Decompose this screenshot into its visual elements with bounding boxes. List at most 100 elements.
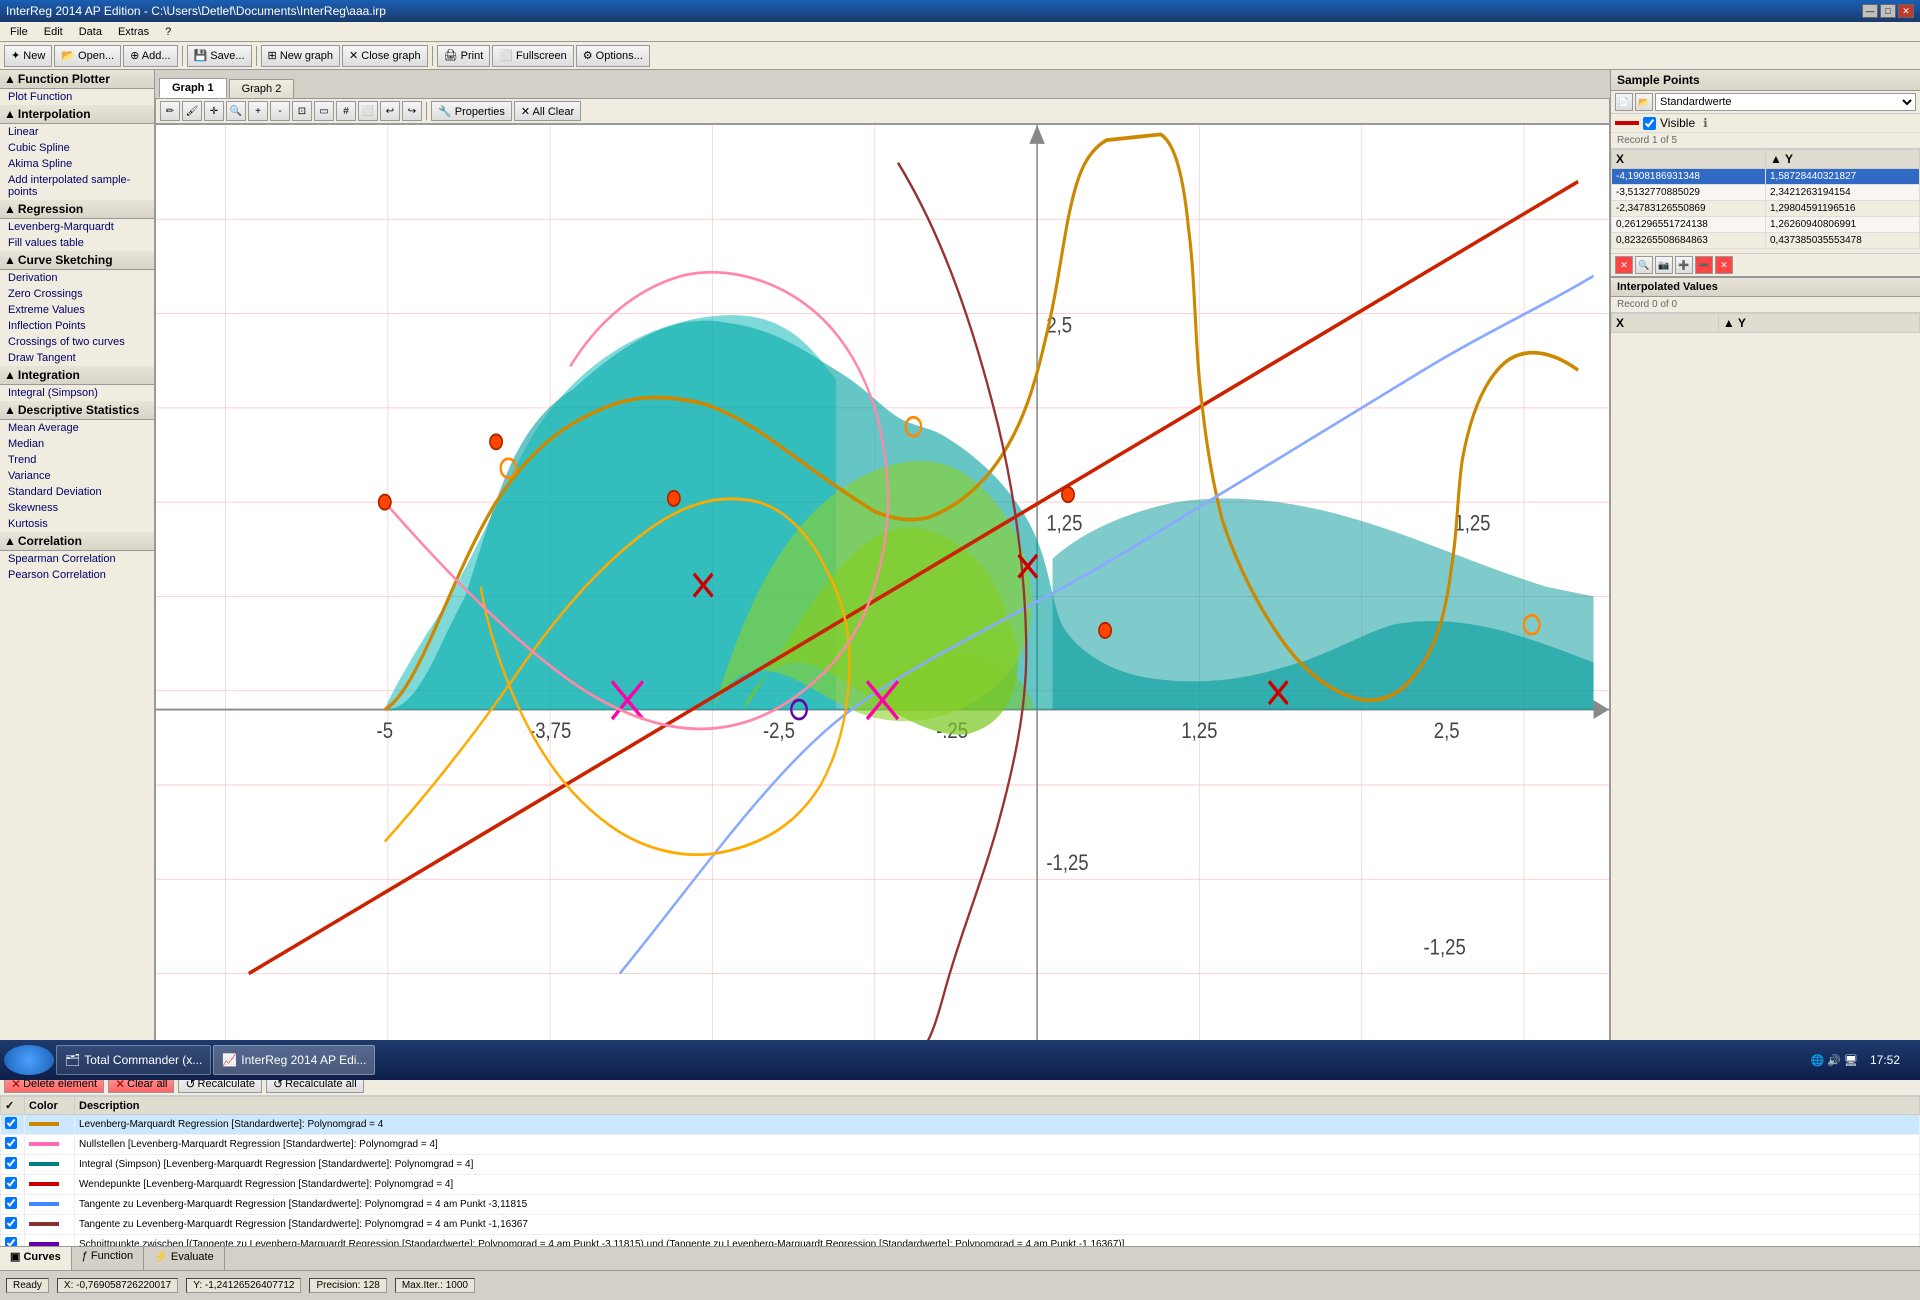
new-graph-button[interactable]: ⊞ New graph xyxy=(261,45,340,67)
bottom-panel: ▣ Curves ✕ Delete element ✕ Clear all ↺ … xyxy=(0,1050,1920,1270)
tab-curves[interactable]: ▣ Curves xyxy=(0,1247,72,1270)
tab-evaluate[interactable]: ⚡ Evaluate xyxy=(144,1247,225,1270)
sp-clear-btn[interactable]: ✕ xyxy=(1715,256,1733,274)
sidebar-item-zero-crossings[interactable]: Zero Crossings xyxy=(0,286,154,302)
allclear-button[interactable]: ✕ All Clear xyxy=(514,101,581,121)
properties-button[interactable]: 🔧 Properties xyxy=(431,101,512,121)
gt-move[interactable]: ✛ xyxy=(204,101,224,121)
sidebar-item-derivation[interactable]: Derivation xyxy=(0,270,154,286)
sp-row[interactable]: 0,2612965517241381,26260940806991 xyxy=(1612,217,1920,233)
save-button[interactable]: 💾 Save... xyxy=(187,45,252,67)
menu-data[interactable]: Data xyxy=(73,25,108,39)
curve-row[interactable]: Integral (Simpson) [Levenberg-Marquardt … xyxy=(1,1155,1920,1175)
gt-box[interactable]: ⬜ xyxy=(358,101,378,121)
sp-new-btn[interactable]: 📄 xyxy=(1615,93,1633,111)
curve-row[interactable]: Wendepunkte [Levenberg-Marquardt Regress… xyxy=(1,1175,1920,1195)
sp-add-btn[interactable]: ➕ xyxy=(1675,256,1693,274)
sidebar-item-mean[interactable]: Mean Average xyxy=(0,420,154,436)
sidebar-item-trend[interactable]: Trend xyxy=(0,452,154,468)
sp-row[interactable]: -2,347831265508691,29804591196516 xyxy=(1612,201,1920,217)
menu-extras[interactable]: Extras xyxy=(112,25,155,39)
sp-row[interactable]: -3,51327708850292,3421263194154 xyxy=(1612,185,1920,201)
svg-text:-1,25: -1,25 xyxy=(1046,850,1088,875)
add-button[interactable]: ⊕ Add... xyxy=(123,45,177,67)
col-description: Description xyxy=(75,1097,1920,1115)
sidebar-item-draw-tangent[interactable]: Draw Tangent xyxy=(0,350,154,366)
gt-pencil[interactable]: ✏ xyxy=(160,101,180,121)
sidebar-item-skewness[interactable]: Skewness xyxy=(0,500,154,516)
sample-points-table: X ▲ Y -4,19081869313481,58728440321827-3… xyxy=(1611,149,1920,249)
open-button[interactable]: 📂 Open... xyxy=(54,45,121,67)
menu-file[interactable]: File xyxy=(4,25,34,39)
curve-row[interactable]: Tangente zu Levenberg-Marquardt Regressi… xyxy=(1,1195,1920,1215)
sidebar-item-levenberg[interactable]: Levenberg-Marquardt xyxy=(0,219,154,235)
minimize-button[interactable]: — xyxy=(1862,4,1878,18)
sidebar-item-std-dev[interactable]: Standard Deviation xyxy=(0,484,154,500)
sidebar: ▲ Function Plotter Plot Function ▲ Inter… xyxy=(0,70,155,1050)
sidebar-item-linear[interactable]: Linear xyxy=(0,124,154,140)
sidebar-item-median[interactable]: Median xyxy=(0,436,154,452)
sidebar-item-pearson[interactable]: Pearson Correlation xyxy=(0,567,154,583)
taskbar-interreg[interactable]: 📈 InterReg 2014 AP Edi... xyxy=(213,1045,375,1075)
section-correlation[interactable]: ▲ Correlation xyxy=(0,532,154,551)
menu-edit[interactable]: Edit xyxy=(38,25,69,39)
sidebar-item-variance[interactable]: Variance xyxy=(0,468,154,484)
gt-brush[interactable]: 🖌 xyxy=(182,101,202,121)
sp-camera-btn[interactable]: 📷 xyxy=(1655,256,1673,274)
sidebar-item-cubic-spline[interactable]: Cubic Spline xyxy=(0,140,154,156)
print-button[interactable]: 🖨 Print xyxy=(437,45,491,67)
sidebar-item-plot-function[interactable]: Plot Function xyxy=(0,89,154,105)
sidebar-item-kurtosis[interactable]: Kurtosis xyxy=(0,516,154,532)
close-graph-button[interactable]: ✕ Close graph xyxy=(342,45,428,67)
interpolated-title: Interpolated Values xyxy=(1611,278,1920,297)
sidebar-item-fill-values[interactable]: Fill values table xyxy=(0,235,154,251)
sp-binoculars-btn[interactable]: 🔍 xyxy=(1635,256,1653,274)
close-button[interactable]: ✕ xyxy=(1898,4,1914,18)
menu-help[interactable]: ? xyxy=(159,25,177,39)
gt-redo[interactable]: ↪ xyxy=(402,101,422,121)
dataset-select[interactable]: Standardwerte xyxy=(1655,93,1916,111)
sidebar-item-integral[interactable]: Integral (Simpson) xyxy=(0,385,154,401)
section-descriptive-stats[interactable]: ▲ Descriptive Statistics xyxy=(0,401,154,420)
sidebar-item-spearman[interactable]: Spearman Correlation xyxy=(0,551,154,567)
gt-zoom-out[interactable]: - xyxy=(270,101,290,121)
gt-fit[interactable]: ⊡ xyxy=(292,101,312,121)
taskbar-total-commander[interactable]: 🗂 Total Commander (x... xyxy=(56,1045,211,1075)
fullscreen-button[interactable]: ⬜ Fullscreen xyxy=(492,45,574,67)
start-button[interactable] xyxy=(4,1045,54,1075)
section-integration[interactable]: ▲ Integration xyxy=(0,366,154,385)
section-function-plotter[interactable]: ▲ Function Plotter xyxy=(0,70,154,89)
tab-function[interactable]: ƒ Function xyxy=(72,1247,144,1270)
visible-checkbox[interactable] xyxy=(1643,117,1656,130)
sp-row[interactable]: 0,8232655086848630,437385035553478 xyxy=(1612,233,1920,249)
tab-graph2[interactable]: Graph 2 xyxy=(229,79,295,98)
sidebar-item-extreme-values[interactable]: Extreme Values xyxy=(0,302,154,318)
gt-zoom-in[interactable]: + xyxy=(248,101,268,121)
sp-open-btn[interactable]: 📂 xyxy=(1635,93,1653,111)
interp-col-x: X xyxy=(1612,314,1719,333)
options-button[interactable]: ⚙ Options... xyxy=(576,45,650,67)
curve-row[interactable]: Schnittpunkte zwischen [(Tangente zu Lev… xyxy=(1,1235,1920,1247)
sidebar-item-crossings-two-curves[interactable]: Crossings of two curves xyxy=(0,334,154,350)
gt-zoom[interactable]: 🔍 xyxy=(226,101,246,121)
curve-row[interactable]: Tangente zu Levenberg-Marquardt Regressi… xyxy=(1,1215,1920,1235)
new-button[interactable]: ✦ New xyxy=(4,45,52,67)
sidebar-item-akima-spline[interactable]: Akima Spline xyxy=(0,156,154,172)
graph-canvas[interactable]: -5 -3,75 -2,5 -.25 1,25 2,5 2,5 1,25 -1,… xyxy=(155,124,1610,1050)
maximize-button[interactable]: □ xyxy=(1880,4,1896,18)
section-interpolation[interactable]: ▲ Interpolation xyxy=(0,105,154,124)
section-curve-sketching[interactable]: ▲ Curve Sketching xyxy=(0,251,154,270)
sp-remove-btn[interactable]: ➖ xyxy=(1695,256,1713,274)
section-regression[interactable]: ▲ Regression xyxy=(0,200,154,219)
sidebar-item-add-interpolated[interactable]: Add interpolated sample-points xyxy=(0,172,154,200)
tab-graph1[interactable]: Graph 1 xyxy=(159,78,227,98)
curve-row[interactable]: Nullstellen [Levenberg-Marquardt Regress… xyxy=(1,1135,1920,1155)
gt-grid[interactable]: # xyxy=(336,101,356,121)
sidebar-item-inflection-points[interactable]: Inflection Points xyxy=(0,318,154,334)
gt-select[interactable]: ▭ xyxy=(314,101,334,121)
sp-delete-btn[interactable]: ✕ xyxy=(1615,256,1633,274)
gt-undo[interactable]: ↩ xyxy=(380,101,400,121)
sp-row[interactable]: -4,19081869313481,58728440321827 xyxy=(1612,169,1920,185)
gt-sep xyxy=(426,102,427,120)
curve-row[interactable]: Levenberg-Marquardt Regression [Standard… xyxy=(1,1115,1920,1135)
